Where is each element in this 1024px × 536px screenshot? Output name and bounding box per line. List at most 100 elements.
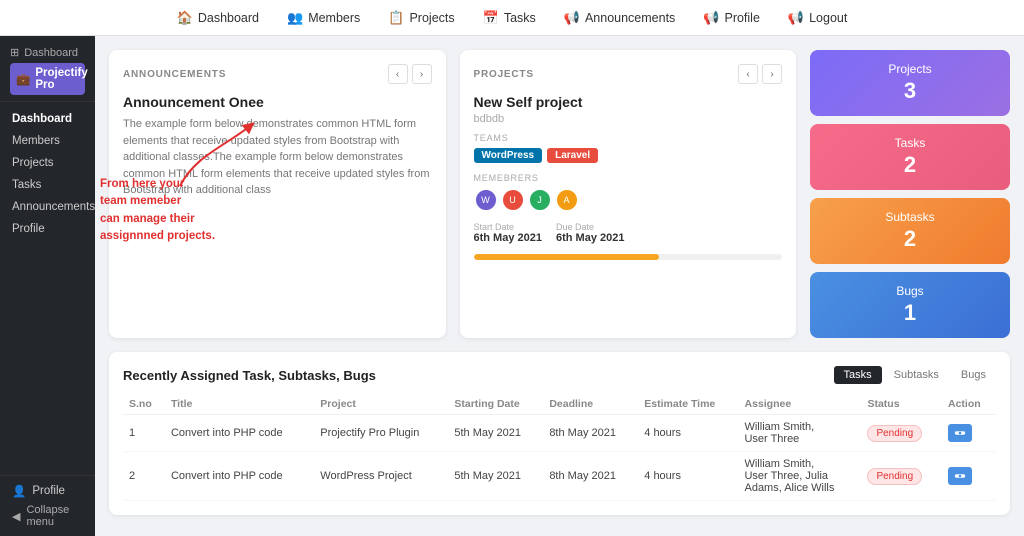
tab-bugs[interactable]: Bugs	[951, 366, 996, 384]
stat-bugs: Bugs 1	[810, 272, 1010, 338]
cell-start: 5th May 2021	[448, 415, 543, 452]
members-icon: 👥	[287, 10, 303, 26]
cards-row: ANNOUNCEMENTS ‹ › Announcement Onee The …	[109, 50, 1010, 338]
user-icon: 👤	[12, 484, 26, 498]
table-head: S.no Title Project Starting Date Deadlin…	[123, 394, 996, 415]
table-title: Recently Assigned Task, Subtasks, Bugs	[123, 368, 376, 383]
cell-action	[942, 415, 996, 452]
project-title: New Self project	[474, 94, 783, 110]
stat-tasks: Tasks 2	[810, 124, 1010, 190]
cell-estimate: 4 hours	[638, 452, 738, 501]
dates-row: Start Date 6th May 2021 Due Date 6th May…	[474, 222, 783, 244]
tasks-icon: 📅	[483, 10, 499, 26]
tasks-table: S.no Title Project Starting Date Deadlin…	[123, 394, 996, 501]
members-row: W U J A	[474, 188, 783, 212]
nav-label: Logout	[809, 11, 847, 25]
col-action: Action	[942, 394, 996, 415]
col-sno: S.no	[123, 394, 165, 415]
sidebar-item-announcements[interactable]: Announcements	[0, 196, 95, 218]
grid-icon: ⊞	[10, 46, 19, 59]
announcement-next-arrow[interactable]: ›	[412, 64, 432, 84]
col-start: Starting Date	[448, 394, 543, 415]
sidebar-item-projects[interactable]: Projects	[0, 152, 95, 174]
sidebar-profile[interactable]: 👤 Profile	[12, 484, 83, 498]
cell-estimate: 4 hours	[638, 415, 738, 452]
project-nav-arrows: ‹ ›	[738, 64, 782, 84]
sidebar-logo-main: 💼 Projectify Pro	[10, 63, 85, 95]
sidebar: ⊞ Dashboard 💼 Projectify Pro Dashboard M…	[0, 36, 95, 536]
announcement-title: Announcement Onee	[123, 94, 432, 110]
avatar-1: W	[474, 188, 498, 212]
sidebar-item-profile-menu[interactable]: Profile	[0, 218, 95, 240]
sidebar-menu: Dashboard Members Projects Tasks Announc…	[0, 102, 95, 246]
cell-assignee: William Smith,User Three, JuliaAdams, Al…	[738, 452, 861, 501]
logout-icon: 📢	[788, 10, 804, 26]
nav-item-logout[interactable]: 📢 Logout	[788, 10, 847, 26]
nav-item-tasks[interactable]: 📅 Tasks	[483, 10, 536, 26]
stat-projects: Projects 3	[810, 50, 1010, 116]
col-title: Title	[165, 394, 314, 415]
cell-start: 5th May 2021	[448, 452, 543, 501]
start-date-label: Start Date	[474, 222, 542, 232]
project-section-title: PROJECTS	[474, 69, 534, 80]
nav-label: Tasks	[504, 11, 536, 25]
nav-item-projects[interactable]: 📋 Projects	[388, 10, 454, 26]
cell-deadline: 8th May 2021	[543, 452, 638, 501]
sidebar-bottom: 👤 Profile ◀ Collapse menu	[0, 475, 95, 536]
cell-project: WordPress Project	[314, 452, 448, 501]
stat-tasks-label: Tasks	[826, 136, 994, 150]
team-wordpress: WordPress	[474, 148, 543, 163]
status-badge: Pending	[867, 468, 922, 485]
nav-label: Members	[308, 11, 360, 25]
progress-bar-wrap	[474, 254, 783, 260]
progress-bar-fill	[474, 254, 659, 260]
stat-subtasks-value: 2	[826, 226, 994, 252]
table-body: 1 Convert into PHP code Projectify Pro P…	[123, 415, 996, 501]
announcement-card: ANNOUNCEMENTS ‹ › Announcement Onee The …	[109, 50, 446, 338]
sidebar-item-dashboard[interactable]: Dashboard	[0, 108, 95, 130]
col-estimate: Estimate Time	[638, 394, 738, 415]
cell-title: Convert into PHP code	[165, 415, 314, 452]
tab-tasks[interactable]: Tasks	[834, 366, 882, 384]
table-row: 2 Convert into PHP code WordPress Projec…	[123, 452, 996, 501]
nav-label: Projects	[409, 11, 454, 25]
cell-status: Pending	[861, 452, 942, 501]
team-laravel: Laravel	[547, 148, 598, 163]
sidebar-collapse[interactable]: ◀ Collapse menu	[12, 504, 83, 528]
stat-projects-label: Projects	[826, 62, 994, 76]
avatar-4: A	[555, 188, 579, 212]
projects-icon: 📋	[388, 10, 404, 26]
action-button[interactable]	[948, 467, 972, 485]
nav-item-dashboard[interactable]: 🏠 Dashboard	[177, 10, 259, 26]
briefcase-icon: 💼	[16, 72, 30, 86]
stat-bugs-label: Bugs	[826, 284, 994, 298]
due-date-value: 6th May 2021	[556, 232, 624, 244]
announcement-prev-arrow[interactable]: ‹	[388, 64, 408, 84]
announcement-section-title: ANNOUNCEMENTS	[123, 69, 226, 80]
cell-deadline: 8th May 2021	[543, 415, 638, 452]
sidebar-item-members[interactable]: Members	[0, 130, 95, 152]
col-project: Project	[314, 394, 448, 415]
table-tabs: Tasks Subtasks Bugs	[834, 366, 996, 384]
cell-sno: 1	[123, 415, 165, 452]
stat-projects-value: 3	[826, 78, 994, 104]
tab-subtasks[interactable]: Subtasks	[884, 366, 949, 384]
project-next-arrow[interactable]: ›	[762, 64, 782, 84]
body-wrapper: ⊞ Dashboard 💼 Projectify Pro Dashboard M…	[0, 36, 1024, 536]
nav-item-members[interactable]: 👥 Members	[287, 10, 360, 26]
col-assignee: Assignee	[738, 394, 861, 415]
nav-item-announcements[interactable]: 📢 Announcements	[564, 10, 676, 26]
due-date-block: Due Date 6th May 2021	[556, 222, 624, 244]
action-button[interactable]	[948, 424, 972, 442]
sidebar-item-tasks[interactable]: Tasks	[0, 174, 95, 196]
nav-label: Dashboard	[198, 11, 259, 25]
avatar-3: J	[528, 188, 552, 212]
home-icon: 🏠	[177, 10, 193, 26]
col-deadline: Deadline	[543, 394, 638, 415]
project-prev-arrow[interactable]: ‹	[738, 64, 758, 84]
bottom-card: Recently Assigned Task, Subtasks, Bugs T…	[109, 352, 1010, 515]
nav-item-profile[interactable]: 📢 Profile	[703, 10, 760, 26]
due-date-label: Due Date	[556, 222, 624, 232]
start-date-value: 6th May 2021	[474, 232, 542, 244]
main-content: From here yourteam memebercan manage the…	[95, 36, 1024, 536]
